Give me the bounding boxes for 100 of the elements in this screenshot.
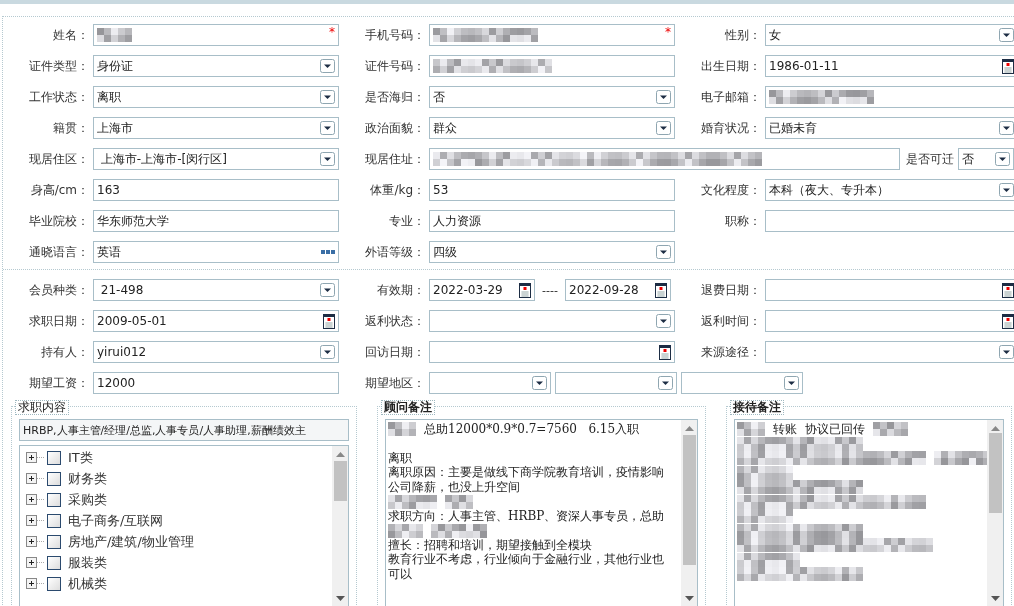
- text-field[interactable]: 12000: [93, 372, 339, 394]
- date-field[interactable]: 1986-01-11: [765, 55, 1014, 77]
- required-mark: *: [329, 25, 335, 39]
- text-field[interactable]: 人力资源: [429, 210, 675, 232]
- field-value: 2009-05-01: [97, 314, 168, 328]
- field-label: 求职日期：: [28, 312, 89, 330]
- field-label: 文化程度：: [700, 181, 761, 199]
- field-label: 有效期：: [376, 281, 425, 299]
- selection-summary-field[interactable]: HRBP,人事主管/经理/总监,人事专员/人事助理,薪酬绩效主: [19, 419, 349, 441]
- picker-field[interactable]: 英语: [93, 241, 339, 263]
- dropdown-field[interactable]: 否: [958, 148, 1014, 170]
- field-value: 21-498: [99, 283, 145, 297]
- field-label: 回访日期：: [364, 343, 425, 361]
- field-label: 现居住区：: [28, 150, 89, 168]
- dropdown-field[interactable]: 上海市: [93, 117, 339, 139]
- field-value: 女: [769, 26, 782, 44]
- field-value: 12000: [97, 376, 137, 390]
- group-legend: 顾问备注: [381, 400, 435, 415]
- note-text: 公司降薪，也没上升空间: [388, 478, 520, 496]
- field-value: 上海市-上海市-[闵行区]: [99, 150, 228, 168]
- dropdown-field[interactable]: 已婚未育: [765, 117, 1014, 139]
- tree-item-label[interactable]: 机械类: [68, 574, 107, 593]
- tree-item-label[interactable]: 房地产/建筑/物业管理: [68, 532, 194, 551]
- dropdown-field[interactable]: 21-498: [93, 279, 339, 301]
- dropdown-field[interactable]: 四级: [429, 241, 675, 263]
- field-label: 出生日期：: [700, 57, 761, 75]
- field-label: 籍贯：: [52, 119, 89, 137]
- field-value: yirui012: [97, 345, 148, 359]
- tree-item-label[interactable]: 电子商务/互联网: [68, 511, 164, 530]
- text-field[interactable]: 163: [93, 179, 339, 201]
- field-label: 现居住址：: [364, 150, 425, 168]
- dropdown-field[interactable]: yirui012: [93, 341, 339, 363]
- field-label: 姓名：: [52, 26, 89, 44]
- field-label: 返利状态：: [364, 312, 425, 330]
- tree-item-label[interactable]: IT类: [68, 448, 93, 467]
- field-label: 身高/cm：: [29, 181, 89, 199]
- field-label: 期望地区：: [364, 374, 425, 392]
- field-value: 上海市: [97, 119, 134, 137]
- field-label: 是否可迁: [906, 150, 954, 168]
- field-label: 体重/kg：: [369, 181, 425, 199]
- field-label: 手机号码：: [364, 26, 425, 44]
- note-text: 离职原因：主要是做线下商学院教育培训，疫情影响: [388, 464, 664, 481]
- dropdown-field[interactable]: 身份证: [93, 55, 339, 77]
- field-value: 离职: [97, 88, 122, 106]
- field-label: 工作状态：: [28, 88, 89, 106]
- range-separator: ----: [541, 283, 559, 297]
- dropdown-field[interactable]: 本科（夜大、专升本）: [765, 179, 1014, 201]
- group-legend: 接待备注: [730, 400, 784, 415]
- field-value: 2022-03-29: [433, 283, 504, 297]
- field-value: 1986-01-11: [769, 59, 840, 73]
- field-value: 人力资源: [433, 212, 482, 230]
- field-label: 退费日期：: [700, 281, 761, 299]
- note-text: 可以: [388, 565, 412, 583]
- dropdown-field[interactable]: 上海市-上海市-[闵行区]: [93, 148, 339, 170]
- date-field[interactable]: 2022-03-29: [429, 279, 535, 301]
- field-label: 持有人：: [40, 343, 89, 361]
- note-text: 协议已回传: [805, 420, 865, 438]
- date-field[interactable]: 2022-09-28: [565, 279, 671, 301]
- note-text: 离职: [388, 449, 412, 466]
- field-value: 已婚未育: [769, 119, 818, 137]
- field-value: 否: [962, 150, 975, 168]
- field-value: 2022-09-28: [569, 283, 640, 297]
- text-field[interactable]: 53: [429, 179, 675, 201]
- field-label: 通晓语言：: [28, 243, 89, 261]
- field-label: 来源途径：: [700, 343, 761, 361]
- field-value: 身份证: [97, 57, 134, 75]
- tree-item-label[interactable]: 财务类: [68, 469, 107, 488]
- field-label: 政治面貌：: [364, 119, 425, 137]
- dropdown-field[interactable]: 群众: [429, 117, 675, 139]
- group-legend: 求职内容: [15, 400, 69, 415]
- field-label: 毕业院校：: [28, 212, 89, 230]
- field-label: 返利时间：: [700, 312, 761, 330]
- notes-textarea[interactable]: 总助12000*0.9*0.7=7560 6.15入职 离职 离职原因：主要是做线下商学院教育培训，疫情影响 公司降薪，也没上升空间 求职方向：人事主管、HRBP、资深人事专员，总助 擅长：招聘和培训，期望接触到全模块 教育行业不考虑，行业倾向于金融行业，其他行业也 可以: [385, 419, 698, 606]
- field-label: 证件号码：: [364, 57, 425, 75]
- date-field[interactable]: 2009-05-01: [93, 310, 339, 332]
- field-value: 群众: [433, 119, 458, 137]
- field-value: 华东师范大学: [97, 212, 170, 230]
- note-text: 擅长：招聘和培训，期望接触到全模块: [388, 536, 592, 552]
- field-value: 否: [433, 88, 446, 106]
- dropdown-field[interactable]: 否: [429, 86, 675, 108]
- field-label: 性别：: [724, 26, 761, 44]
- field-value: 本科（夜大、专升本）: [769, 181, 890, 199]
- note-text: 总助12000*0.9*0.7=7560 6.15入职: [424, 420, 640, 438]
- field-label: 会员种类：: [28, 281, 89, 299]
- dropdown-field[interactable]: 女: [765, 24, 1014, 46]
- field-label: 职称：: [724, 212, 761, 230]
- dropdown-field[interactable]: 离职: [93, 86, 339, 108]
- tree-item-label[interactable]: 服装类: [68, 553, 107, 572]
- text-field[interactable]: 华东师范大学: [93, 210, 339, 232]
- text-field[interactable]: *: [93, 24, 339, 46]
- note-text: 教育行业不考虑，行业倾向于金融行业，其他行业也: [388, 551, 664, 568]
- text-field[interactable]: *: [429, 24, 675, 46]
- notes-textarea[interactable]: 转账 协议已回传: [734, 419, 1004, 606]
- field-value: 163: [97, 183, 121, 197]
- note-text: 求职方向：人事主管、HRBP、资深人事专员，总助: [388, 507, 665, 525]
- field-value: 四级: [433, 243, 458, 261]
- field-label: 专业：: [388, 212, 425, 230]
- tree-item-label[interactable]: 采购类: [68, 490, 107, 509]
- required-mark: *: [665, 25, 671, 39]
- field-value: 英语: [97, 243, 122, 261]
